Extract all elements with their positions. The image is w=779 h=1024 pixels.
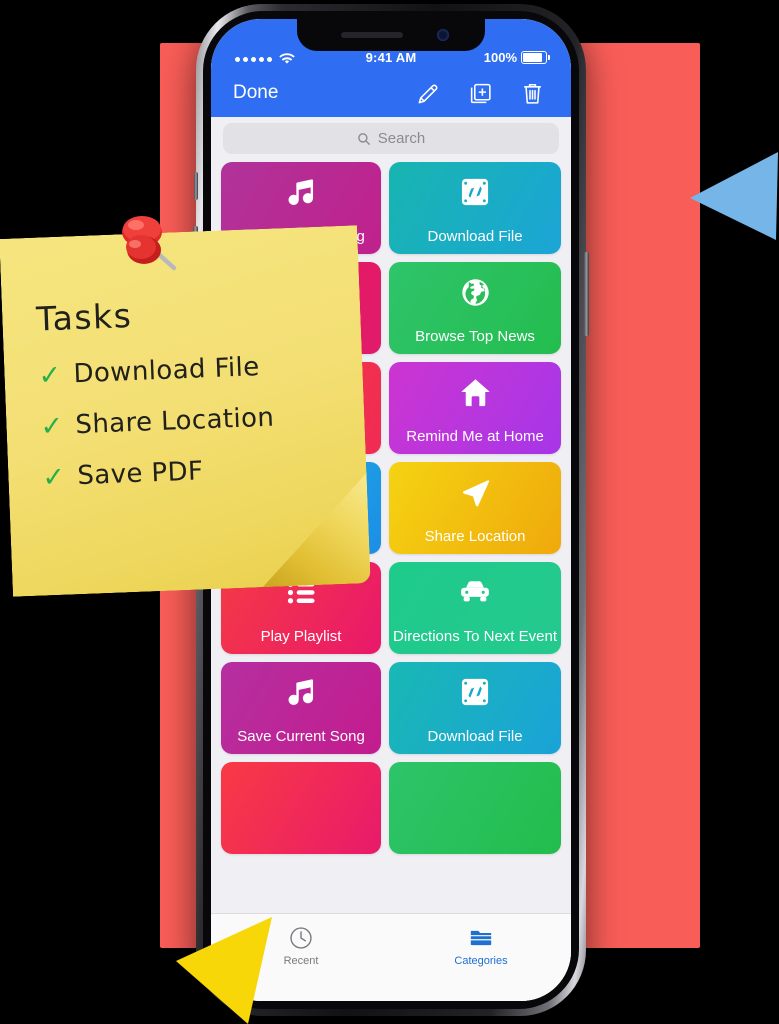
pushpin-icon	[122, 216, 177, 271]
action-tile[interactable]	[221, 762, 382, 854]
navigation-bar: Done	[211, 69, 571, 117]
action-tile-label: Save Current Song	[237, 728, 365, 745]
car-icon	[458, 575, 492, 609]
paper-plane-icon	[458, 475, 492, 509]
action-tile-label: Remind Me at Home	[406, 428, 544, 445]
note-task-label: Download File	[72, 352, 261, 390]
power-button[interactable]	[584, 252, 589, 336]
add-new-icon[interactable]	[463, 81, 497, 106]
checkmark-icon: ✓	[41, 461, 67, 494]
status-bar-left	[235, 53, 345, 65]
sticky-note-content: Tasks ✓ Download File ✓ Share Location ✓…	[36, 288, 342, 513]
action-tile[interactable]: Remind Me at Home	[389, 362, 561, 454]
signal-strength-icon	[235, 56, 272, 62]
hard-drive-icon	[458, 175, 492, 209]
clock-icon	[290, 927, 312, 949]
tab-categories[interactable]: Categories	[391, 925, 571, 967]
music-note-icon	[284, 175, 318, 209]
trash-icon[interactable]	[515, 81, 549, 106]
edit-pencil-icon[interactable]	[411, 81, 445, 106]
action-tile-label: Download File	[427, 228, 523, 245]
tab-categories-label: Categories	[454, 955, 508, 967]
yellow-arrow-decoration	[176, 917, 272, 1024]
action-tile-label: Directions To Next Event	[393, 628, 557, 645]
status-bar-right: 100%	[437, 50, 550, 65]
action-tile[interactable]: Save Current Song	[221, 662, 382, 754]
done-button[interactable]: Done	[233, 82, 278, 104]
action-tile-label: Share Location	[424, 528, 526, 545]
action-tile[interactable]: Download File	[389, 662, 561, 754]
globe-icon	[458, 275, 492, 309]
note-task-label: Save PDF	[76, 456, 204, 492]
action-tile-label: Download File	[427, 728, 523, 745]
search-bar-container: Search	[211, 117, 571, 162]
wifi-icon	[279, 53, 295, 64]
action-tile[interactable]: Browse Top News	[389, 262, 561, 354]
battery-percent-label: 100%	[483, 50, 517, 65]
music-note-icon	[284, 675, 318, 709]
search-icon	[357, 132, 370, 145]
search-input[interactable]: Search	[223, 123, 559, 154]
note-task-item: ✓ Download File	[37, 349, 337, 392]
folder-icon	[470, 930, 492, 946]
checkmark-icon: ✓	[39, 410, 65, 443]
note-task-item: ✓ Share Location	[39, 400, 339, 443]
search-placeholder: Search	[377, 130, 426, 147]
action-tile[interactable]: Download File	[389, 162, 561, 254]
checkmark-icon: ✓	[37, 359, 63, 392]
earpiece-speaker-icon	[341, 32, 403, 38]
note-task-item: ✓ Save PDF	[41, 451, 341, 494]
tab-recent-label: Recent	[283, 955, 319, 967]
action-tile[interactable]: Share Location	[389, 462, 561, 554]
front-camera-icon	[437, 29, 449, 41]
hard-drive-icon	[458, 675, 492, 709]
notch	[297, 19, 485, 51]
note-task-label: Share Location	[74, 402, 275, 441]
action-tile-label: Browse Top News	[415, 328, 535, 345]
silent-switch[interactable]	[194, 172, 198, 200]
home-icon	[458, 375, 492, 409]
battery-icon	[521, 51, 550, 64]
action-tile[interactable]: Directions To Next Event	[389, 562, 561, 654]
status-bar-time: 9:41 AM	[365, 50, 417, 65]
action-tile[interactable]	[389, 762, 561, 854]
action-tile-label: Play Playlist	[260, 628, 342, 645]
blue-arrow-decoration	[690, 152, 778, 240]
